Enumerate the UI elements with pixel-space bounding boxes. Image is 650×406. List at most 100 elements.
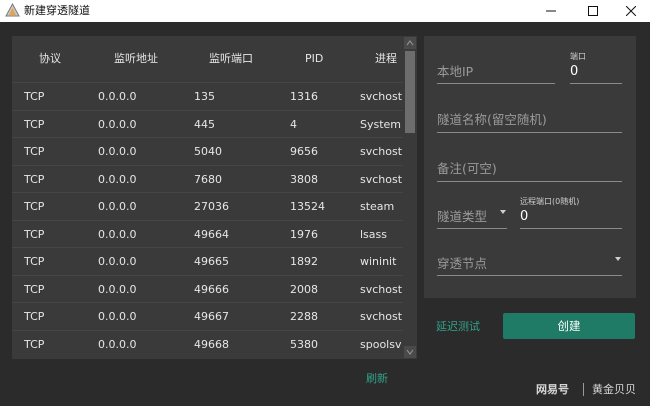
cell-pid: 1892 <box>290 255 318 268</box>
remote-port-underline <box>520 228 622 229</box>
cell-pid: 9656 <box>290 145 318 158</box>
column-header-listen-address[interactable]: 监听地址 <box>114 52 158 66</box>
cell-listen-address: 0.0.0.0 <box>98 117 137 131</box>
cell-protocol: TCP <box>24 282 45 296</box>
cell-listen-port: 49668 <box>194 337 229 351</box>
table-row[interactable]: TCP 0.0.0.0 49666 2008 svchost <box>12 274 403 303</box>
port-value: 0 <box>570 64 579 79</box>
latency-test-button[interactable]: 延迟测试 <box>436 320 480 334</box>
cell-pid: 2008 <box>290 282 318 296</box>
port-table: 协议 监听地址 监听端口 PID 进程 TCP 0.0.0.0 135 1316… <box>12 36 403 359</box>
window-title: 新建穿透隧道 <box>24 4 90 17</box>
table-row[interactable]: TCP 0.0.0.0 27036 13524 steam <box>12 192 403 220</box>
cell-protocol: TCP <box>24 145 45 158</box>
node-placeholder: 穿透节点 <box>437 256 488 271</box>
cell-process: svchost <box>360 310 403 323</box>
local-ip-placeholder: 本地IP <box>437 64 474 79</box>
tunnel-type-placeholder: 隧道类型 <box>437 209 488 224</box>
scrollbar-thumb[interactable] <box>405 51 415 133</box>
close-button[interactable] <box>610 0 650 22</box>
table-row[interactable]: TCP 0.0.0.0 49664 1976 lsass <box>12 219 403 248</box>
table-row[interactable]: TCP 0.0.0.0 135 1316 svchost <box>12 82 403 110</box>
cell-pid: 1316 <box>290 90 318 103</box>
cell-process: System <box>360 117 402 131</box>
cell-process: svchost <box>360 172 403 186</box>
scroll-up-button[interactable] <box>404 37 416 49</box>
cell-pid: 1976 <box>290 227 318 241</box>
node-underline <box>437 275 622 276</box>
title-bar: 新建穿透隧道 <box>0 0 650 22</box>
arrow-up-icon <box>406 40 414 46</box>
cell-process: lsass <box>360 227 387 241</box>
tunnel-name-field[interactable]: 隧道名称(留空随机) <box>437 106 622 133</box>
cell-listen-port: 49666 <box>194 282 229 296</box>
cell-protocol: TCP <box>24 310 45 323</box>
cell-listen-address: 0.0.0.0 <box>98 145 137 158</box>
port-field[interactable]: 端口 0 <box>570 52 622 84</box>
remote-port-value: 0 <box>520 209 529 224</box>
cell-protocol: TCP <box>24 337 45 351</box>
tunnel-form: 本地IP 端口 0 隧道名称(留空随机) 备注(可空) 隧道类型 远程端口(0随… <box>424 36 636 298</box>
cell-listen-port: 5040 <box>194 145 222 158</box>
cell-pid: 5380 <box>290 337 318 351</box>
table-header: 协议 监听地址 监听端口 PID 进程 <box>12 36 403 82</box>
port-underline <box>570 83 622 84</box>
cell-listen-port: 445 <box>194 117 215 131</box>
table-row[interactable]: TCP 0.0.0.0 5040 9656 svchost <box>12 137 403 165</box>
table-row[interactable]: TCP 0.0.0.0 49668 5380 spoolsv <box>12 329 403 358</box>
cell-process: spoolsv <box>360 337 402 351</box>
cell-listen-port: 135 <box>194 90 215 103</box>
maximize-button[interactable] <box>572 0 614 22</box>
cell-protocol: TCP <box>24 117 45 131</box>
cell-listen-port: 49665 <box>194 255 229 268</box>
watermark-divider <box>583 383 584 396</box>
app-icon <box>5 2 20 18</box>
cell-protocol: TCP <box>24 227 45 241</box>
remark-placeholder: 备注(可空) <box>437 161 497 176</box>
cell-listen-address: 0.0.0.0 <box>98 90 137 103</box>
local-ip-underline <box>437 83 555 84</box>
cell-process: svchost <box>360 145 403 158</box>
cell-pid: 3808 <box>290 172 318 186</box>
chevron-down-icon <box>615 257 621 261</box>
close-icon <box>626 6 636 16</box>
tunnel-type-select[interactable]: 隧道类型 <box>437 202 507 229</box>
table-row[interactable]: TCP 0.0.0.0 445 4 System <box>12 109 403 138</box>
table-row[interactable]: TCP 0.0.0.0 49665 1892 wininit <box>12 247 403 275</box>
local-ip-field[interactable]: 本地IP <box>437 58 555 84</box>
cell-listen-port: 49664 <box>194 227 229 241</box>
remark-field[interactable]: 备注(可空) <box>437 155 622 182</box>
cell-listen-address: 0.0.0.0 <box>98 310 137 323</box>
cell-process: steam <box>360 200 395 213</box>
cell-listen-address: 0.0.0.0 <box>98 172 137 186</box>
create-button[interactable]: 创建 <box>503 313 635 339</box>
refresh-button[interactable]: 刷新 <box>366 372 388 386</box>
table-scrollbar[interactable] <box>403 36 417 359</box>
cell-pid: 4 <box>290 117 297 131</box>
chevron-down-icon <box>500 210 506 214</box>
tunnel-name-placeholder: 隧道名称(留空随机) <box>437 112 547 127</box>
cell-listen-address: 0.0.0.0 <box>98 200 137 213</box>
cell-listen-address: 0.0.0.0 <box>98 255 137 268</box>
column-header-pid[interactable]: PID <box>305 52 323 66</box>
cell-listen-address: 0.0.0.0 <box>98 227 137 241</box>
node-select[interactable]: 穿透节点 <box>437 249 622 276</box>
column-header-protocol[interactable]: 协议 <box>39 52 61 66</box>
scroll-down-button[interactable] <box>404 346 416 358</box>
tunnel-name-underline <box>437 132 622 133</box>
cell-process: wininit <box>360 255 397 268</box>
cell-listen-address: 0.0.0.0 <box>98 282 137 296</box>
cell-pid: 13524 <box>290 200 325 213</box>
cell-listen-port: 7680 <box>194 172 222 186</box>
remote-port-field[interactable]: 远程端口(0随机) 0 <box>520 197 622 229</box>
minimize-button[interactable] <box>530 0 572 22</box>
table-row[interactable]: TCP 0.0.0.0 49667 2288 svchost <box>12 302 403 330</box>
column-header-process[interactable]: 进程 <box>375 52 397 66</box>
maximize-icon <box>588 6 598 16</box>
cell-protocol: TCP <box>24 172 45 186</box>
column-header-listen-port[interactable]: 监听端口 <box>209 52 253 66</box>
table-row[interactable]: TCP 0.0.0.0 7680 3808 svchost <box>12 164 403 193</box>
cell-process: svchost <box>360 282 403 296</box>
port-label: 端口 <box>570 52 586 61</box>
cell-listen-address: 0.0.0.0 <box>98 337 137 351</box>
